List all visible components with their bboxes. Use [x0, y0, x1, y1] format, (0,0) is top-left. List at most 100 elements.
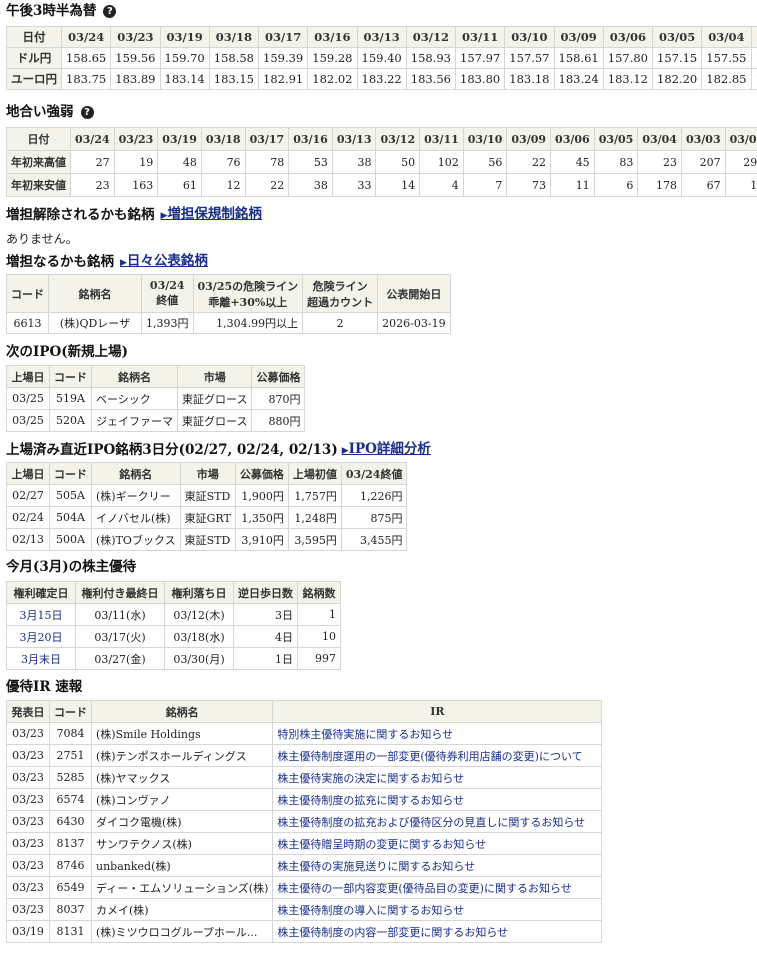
- fx-rate-cell: 182.20: [651, 68, 703, 90]
- yutai-row: 3月20日 03/17(火) 03/18(水) 4日 10: [6, 625, 341, 648]
- yutai-link[interactable]: 3月20日: [20, 631, 63, 644]
- yutai-cell: 03/18(水): [164, 625, 234, 648]
- margin-release-title: 増担解除されるかも銘柄: [6, 207, 155, 223]
- breadth-count-cell: 48: [157, 150, 202, 174]
- yutai_ir-cell: 株主優待制度の導入に関するお知らせ: [272, 898, 603, 921]
- recent_ipo-cell: (株)ギークリー: [91, 484, 181, 507]
- daily-announce-link[interactable]: ▶日々公表銘柄: [120, 253, 208, 271]
- fx-rate-cell: 183.75: [60, 68, 112, 90]
- help-icon[interactable]: ?: [80, 105, 94, 119]
- fx-rate-cell: 157.55: [701, 47, 752, 69]
- margin-regulation-link[interactable]: ▶増担保規制銘柄: [161, 206, 262, 224]
- yutai_ir-link[interactable]: 特別株主優待実施に関するお知らせ: [277, 728, 453, 741]
- breadth-date-header: 03/18: [200, 127, 246, 151]
- breadth-date-header: 03/09: [506, 127, 552, 151]
- margin_add-cell: 1,393円: [141, 312, 194, 334]
- yutai-section: 今月(3月)の株主優待: [6, 559, 136, 575]
- recent_ipo-row: 02/24 504A イノバセル(株) 東証GRT 1,350円 1,248円 875円: [6, 506, 408, 529]
- yutai_ir-link[interactable]: 株主優待の実施見送りに関するお知らせ: [277, 860, 475, 873]
- yutai_ir-cell: 株主優待贈呈時期の変更に関するお知らせ: [272, 832, 603, 855]
- yutai_ir-link[interactable]: 株主優待の一部内容変更(優待品目の変更)に関するお知らせ: [277, 882, 571, 895]
- yutai-header-label: 逆日歩日数: [238, 586, 293, 600]
- recent_ipo-cell: 02/24: [6, 506, 50, 529]
- breadth-count-cell: 61: [157, 173, 202, 197]
- fx-date-header: 03/03: [750, 26, 757, 48]
- yutai_ir-cell: 03/23: [6, 876, 50, 899]
- fx-date-header: 03/23: [110, 26, 161, 48]
- yutai_ir-row: 03/19 8131 (株)ミツウロコグループホール... 株主優待制度の内容一部変更…: [6, 920, 603, 943]
- breadth-count-cell: 6: [593, 173, 639, 197]
- yutai_ir-cell: (株)Smile Holdings: [90, 722, 274, 745]
- yutai_ir-column-header: 銘柄名: [90, 700, 274, 723]
- breadth-date-header: 03/06: [550, 127, 595, 151]
- ipo-analysis-link[interactable]: ▶IPO詳細分析: [342, 441, 431, 459]
- breadth-count-cell: 73: [506, 173, 552, 197]
- margin-add-section: 増担なるかも銘柄 ▶日々公表銘柄: [6, 253, 208, 271]
- yutai_ir-link[interactable]: 株主優待実施の決定に関するお知らせ: [277, 772, 464, 785]
- recent_ipo-cell: 1,900円: [234, 484, 289, 507]
- breadth-title: 地合い強弱: [6, 104, 74, 120]
- yutai_ir-header-row: 発表日 コード 銘柄名 IR: [6, 700, 603, 723]
- recent_ipo-column-header: 上場日: [6, 462, 50, 485]
- yutai-link[interactable]: 3月15日: [20, 609, 63, 622]
- breadth-date-header: 03/03: [680, 127, 726, 151]
- fx-rate-cell: 158.61: [553, 47, 604, 69]
- yutai_ir-link[interactable]: 株主優待制度の内容一部変更に関するお知らせ: [277, 926, 508, 939]
- yutai_ir-cell: ディー・エムソリューションズ(株): [90, 876, 274, 899]
- no-items-text: ありません。: [6, 232, 78, 246]
- margin-add-title: 増担なるかも銘柄: [6, 254, 114, 270]
- yutai_ir-cell: 03/23: [6, 766, 50, 789]
- breadth-header-date: 日付: [6, 127, 71, 151]
- yutai_ir-row: 03/23 8037 カメイ(株) 株主優待制度の導入に関するお知らせ: [6, 898, 603, 921]
- next-ipo-table-wrap: 上場日 コード 銘柄名 市場 公募価格 03/25 519A ベーシック 東証グロース 870円 0…: [6, 365, 306, 432]
- next_ipo-header-label: 公募価格: [256, 370, 301, 384]
- yutai_ir-cell: 株主優待の実施見送りに関するお知らせ: [272, 854, 603, 877]
- yutai_ir-link[interactable]: 株主優待制度運用の一部変更(優待券利用店舗の変更)について: [277, 750, 582, 763]
- yutai-ir-table-wrap: 発表日 コード 銘柄名 IR 03/23 7084 (株)Smile Holdings 特別株…: [6, 700, 603, 943]
- breadth-count-cell: 22: [506, 150, 552, 174]
- yutai-cell: 03/30(月): [164, 647, 234, 670]
- yutai-cell: 1: [297, 603, 341, 626]
- fx-rate-cell: 159.40: [356, 47, 407, 69]
- yutai_ir-link[interactable]: 株主優待制度の拡充および優待区分の見直しに関するお知らせ: [277, 816, 585, 829]
- fx-date-header: 03/13: [356, 26, 407, 48]
- daily-announce-link-label: 日々公表銘柄: [126, 253, 208, 269]
- next_ipo-column-header: コード: [49, 365, 92, 388]
- help-icon[interactable]: ?: [103, 4, 117, 18]
- recent-ipo-table: 上場日 コード 銘柄名 市場 公募価格 上場初値 03/24終値 02/27 505A (株)ギー…: [6, 462, 408, 551]
- next_ipo-header-label: 市場: [203, 370, 226, 384]
- next_ipo-column-header: 銘柄名: [91, 365, 178, 388]
- recent_ipo-cell: (株)TOブックス: [91, 528, 181, 551]
- yutai-title: 今月(3月)の株主優待: [6, 559, 137, 575]
- yutai_ir-cell: (株)ミツウロコグループホール...: [90, 920, 274, 943]
- fx-date-header: 03/05: [651, 26, 703, 48]
- breadth-count-cell: 38: [331, 150, 377, 174]
- recent_ipo-header-label: 市場: [196, 467, 219, 481]
- yutai-link[interactable]: 3月末日: [21, 653, 61, 666]
- recent_ipo-cell: 東証STD: [179, 484, 236, 507]
- yutai_ir-link[interactable]: 株主優待制度の拡充に関するお知らせ: [277, 794, 464, 807]
- yutai_ir-row: 03/23 2751 (株)テンポスホールディングス 株主優待制度運用の一部変更(優待…: [6, 744, 603, 767]
- yutai_ir-cell: 6574: [49, 788, 92, 811]
- yutai_ir-cell: 株主優待制度の拡充に関するお知らせ: [272, 788, 603, 811]
- fx-rate-cell: 159.39: [257, 47, 309, 69]
- recent_ipo-header-label: 上場初値: [292, 467, 337, 481]
- recent_ipo-header-label: 上場日: [11, 467, 45, 481]
- yutai-cell: 03/11(水): [75, 603, 165, 626]
- breadth-date-header: 03/11: [419, 127, 464, 151]
- recent_ipo-cell: 02/27: [6, 484, 50, 507]
- margin_add-column-header: 公表開始日: [377, 274, 451, 313]
- fx-rate-cell: 182.91: [257, 68, 309, 90]
- ipo-analysis-link-label: IPO詳細分析: [348, 441, 431, 457]
- next_ipo-column-header: 上場日: [6, 365, 50, 388]
- recent_ipo-cell: 504A: [49, 506, 92, 529]
- yutai-cell: 3月15日: [6, 603, 76, 626]
- yutai-column-header: 銘柄数: [297, 581, 341, 604]
- yutai_ir-cell: 8137: [49, 832, 92, 855]
- fx-rate-cell: 183.24: [553, 68, 604, 90]
- breadth-count-cell: 53: [288, 150, 333, 174]
- yutai-cell: 03/27(金): [75, 647, 165, 670]
- yutai_ir-link[interactable]: 株主優待制度の導入に関するお知らせ: [277, 904, 464, 917]
- next-ipo-section: 次のIPO(新規上場): [6, 344, 128, 360]
- yutai_ir-link[interactable]: 株主優待贈呈時期の変更に関するお知らせ: [277, 838, 486, 851]
